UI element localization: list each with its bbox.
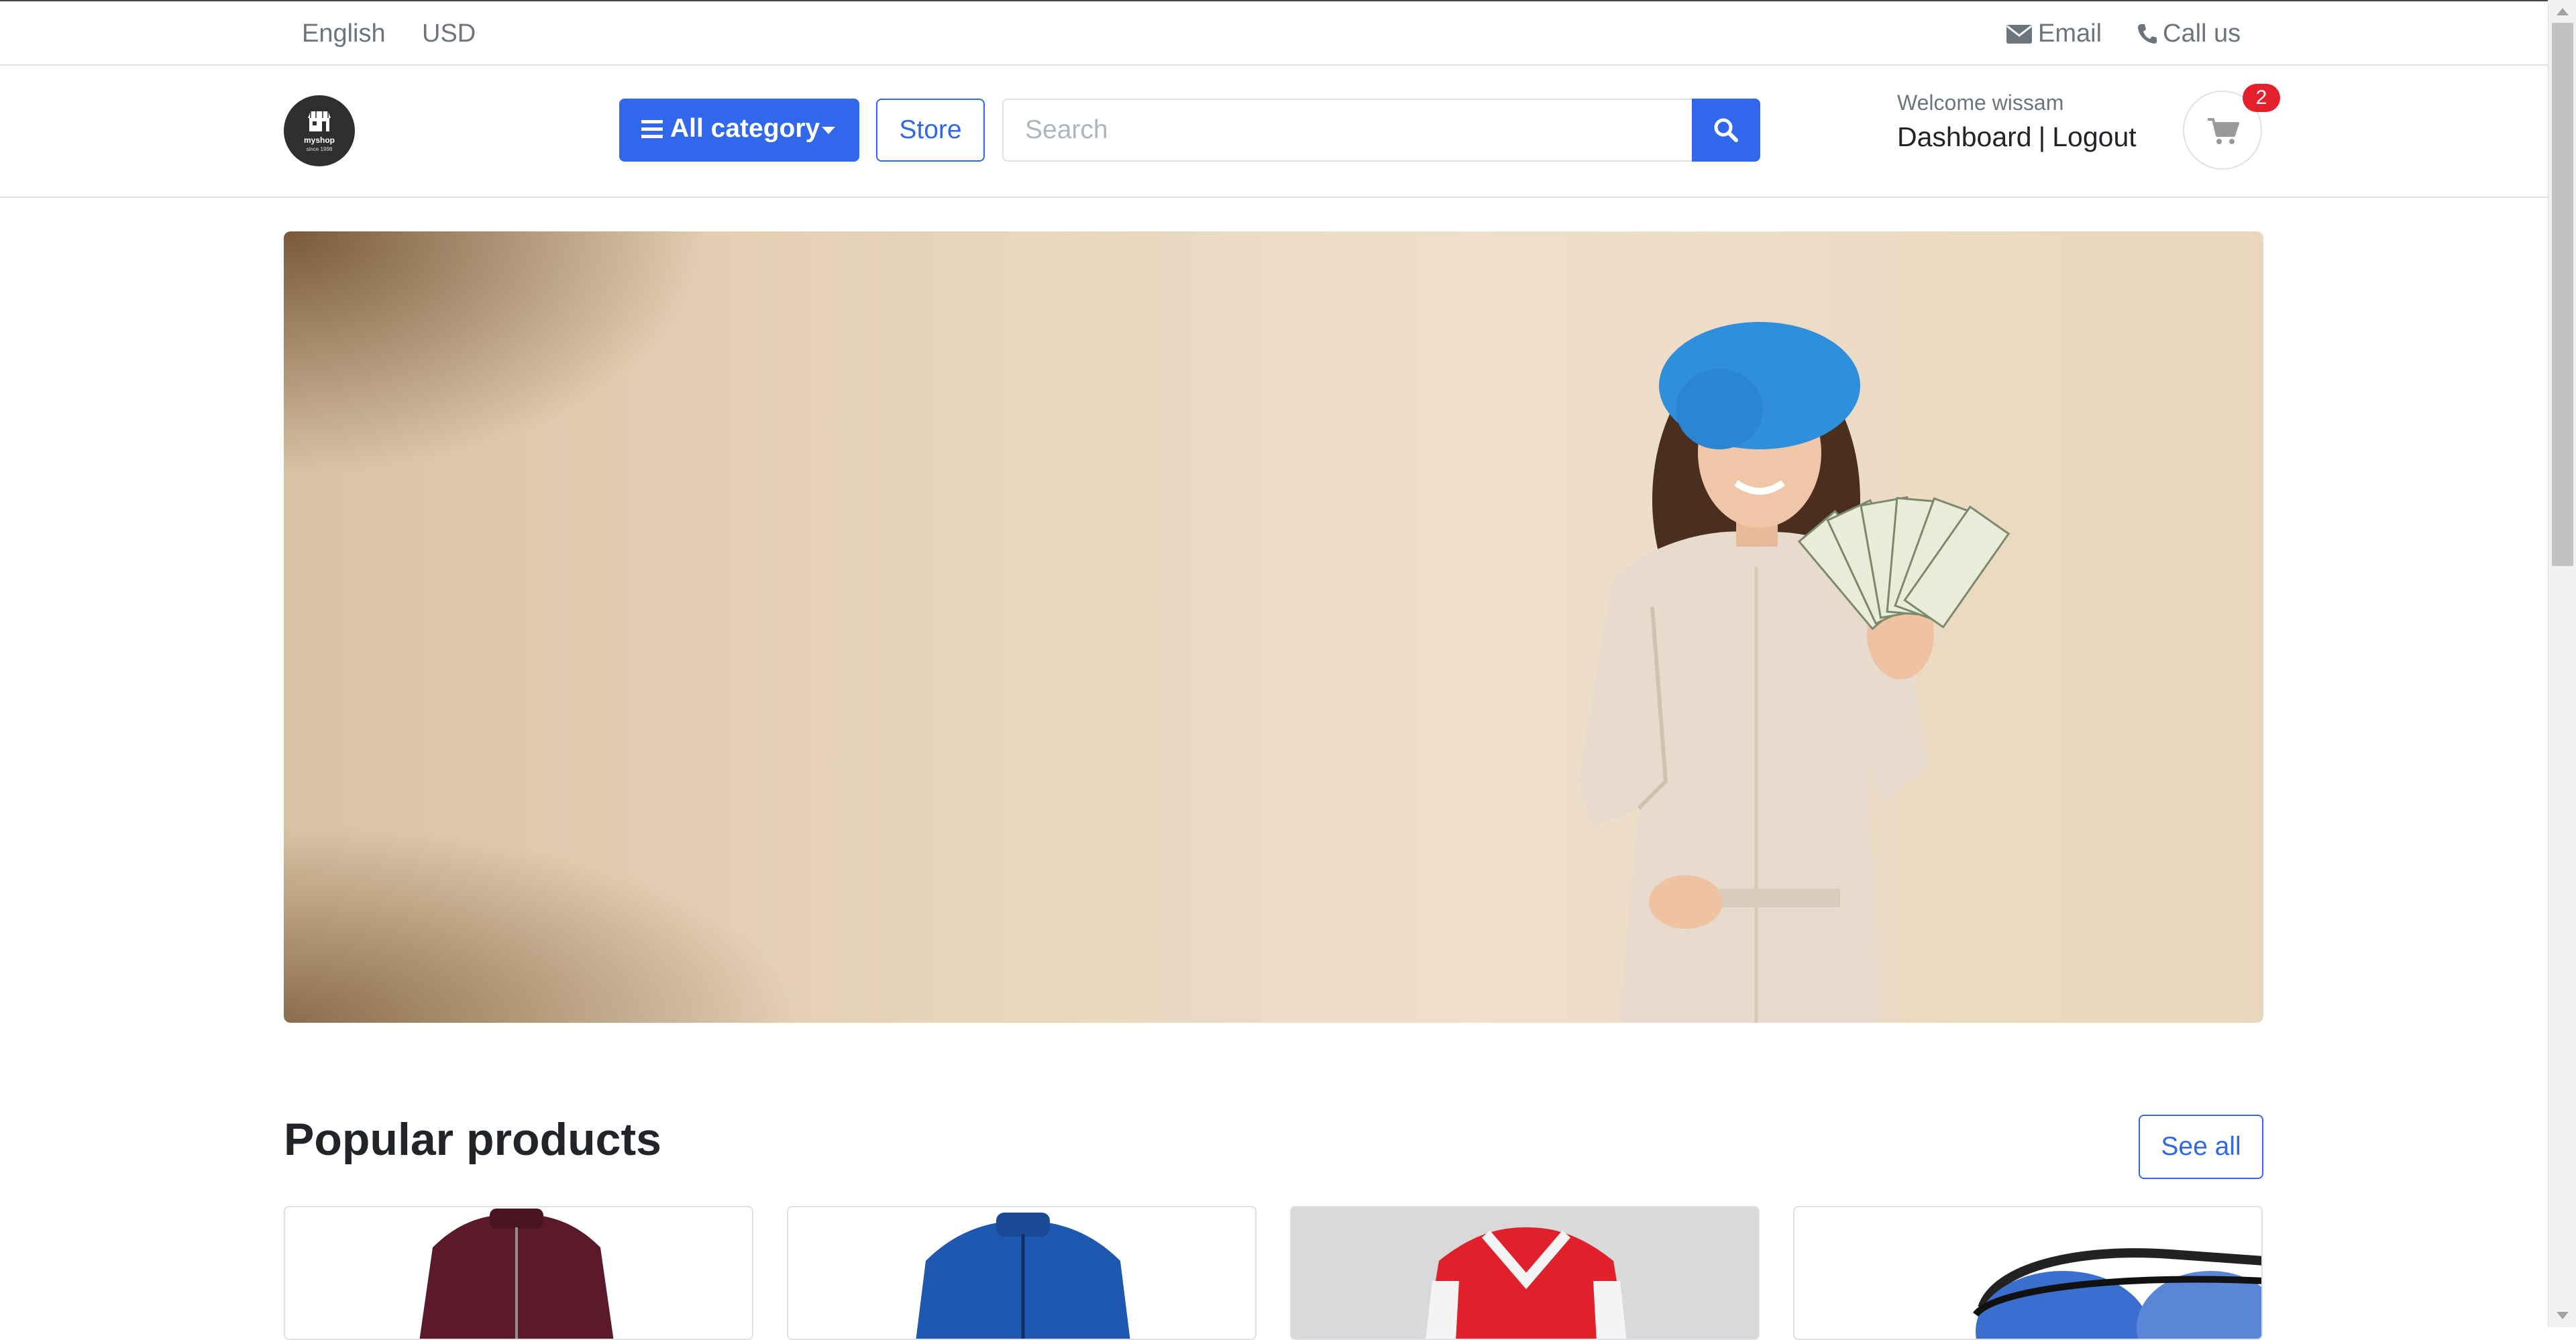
- search-button[interactable]: [1692, 99, 1760, 162]
- welcome-text: Welcome wissam: [1897, 91, 2064, 115]
- product-image: [916, 1213, 1130, 1339]
- search-icon: [1714, 118, 1738, 142]
- hero-banner[interactable]: [284, 231, 2263, 1023]
- product-image: [419, 1209, 614, 1339]
- main-header: myshop since 1998 All category Store Wel…: [0, 65, 2548, 198]
- all-category-button[interactable]: All category: [619, 99, 859, 162]
- user-links: Dashboard | Logout: [1897, 121, 2137, 153]
- scroll-down-arrow-icon[interactable]: [2557, 1312, 2569, 1319]
- scrollbar-thumb[interactable]: [2552, 23, 2573, 566]
- call-label: Call us: [2163, 19, 2241, 48]
- cart-icon: [2208, 118, 2239, 144]
- product-image: [1973, 1248, 2261, 1339]
- store-button[interactable]: Store: [876, 99, 985, 162]
- store-icon: [308, 111, 331, 131]
- product-image: [1291, 1207, 1758, 1339]
- logo-subtext: since 1998: [306, 146, 333, 152]
- vertical-scrollbar[interactable]: [2548, 0, 2576, 1327]
- page: English USD Email Call us myshop since 1…: [0, 0, 2548, 1340]
- logo-text: myshop: [303, 135, 335, 145]
- hero-model-image: [1578, 322, 2010, 1023]
- phone-icon: [2138, 24, 2157, 44]
- search-input[interactable]: [1002, 99, 1693, 162]
- product-card-blue-jacket[interactable]: [787, 1206, 1256, 1340]
- caret-down-icon: [822, 127, 835, 134]
- link-separator: |: [2038, 121, 2046, 152]
- shop-logo[interactable]: myshop since 1998: [284, 95, 355, 166]
- currency-selector[interactable]: USD: [422, 17, 476, 50]
- email-link[interactable]: Email: [2006, 17, 2102, 50]
- popular-products-title: Popular products: [284, 1114, 661, 1165]
- dashboard-link[interactable]: Dashboard: [1897, 121, 2032, 152]
- email-label: Email: [2038, 19, 2102, 48]
- product-card-burgundy-jacket[interactable]: [284, 1206, 753, 1340]
- scroll-up-arrow-icon[interactable]: [2557, 8, 2569, 15]
- see-all-button[interactable]: See all: [2139, 1115, 2263, 1179]
- all-category-label: All category: [670, 114, 820, 143]
- product-card-varsity-jacket[interactable]: [1290, 1206, 1760, 1340]
- top-bar: English USD Email Call us: [0, 1, 2548, 66]
- product-card-sunglasses[interactable]: [1793, 1206, 2263, 1340]
- language-selector[interactable]: English: [302, 17, 386, 50]
- call-us-link[interactable]: Call us: [2137, 17, 2241, 50]
- envelope-icon: [2006, 25, 2032, 44]
- menu-icon: [641, 120, 663, 138]
- cart-count-badge: 2: [2243, 84, 2280, 112]
- logout-link[interactable]: Logout: [2052, 121, 2136, 152]
